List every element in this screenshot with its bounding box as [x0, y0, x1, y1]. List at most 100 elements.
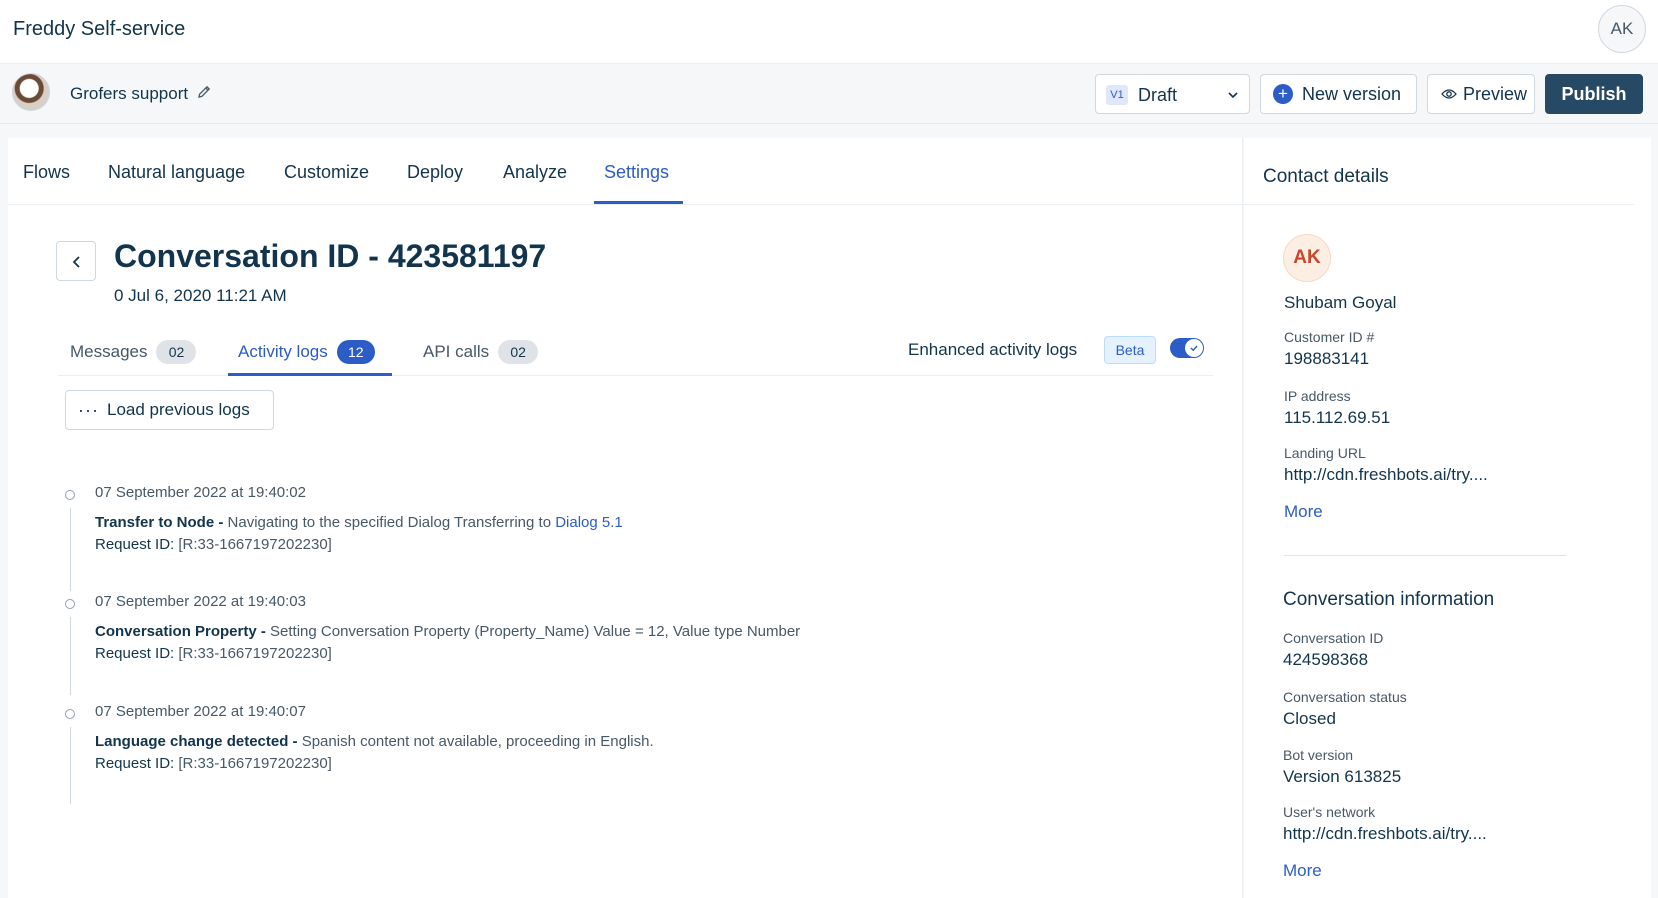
app-title: Freddy Self-service	[13, 18, 186, 40]
bot-version-value: Version 613825	[1283, 767, 1402, 786]
tab-activity-logs-label: Activity logs	[238, 342, 328, 361]
tab-messages-label: Messages	[70, 342, 148, 361]
tab-customize[interactable]: Customize	[284, 162, 369, 183]
user-network-label: User's network	[1283, 804, 1376, 820]
new-version-button[interactable]: + New version	[1260, 74, 1417, 114]
page-title: Conversation ID - 423581197	[114, 238, 547, 274]
more-dots-icon: ···	[78, 399, 99, 420]
api-calls-count-badge: 02	[498, 340, 539, 364]
enhanced-logs-toggle[interactable]	[1170, 338, 1204, 358]
landing-url-value: http://cdn.freshbots.ai/try....	[1284, 465, 1488, 484]
timeline-dot	[65, 709, 75, 719]
log-title: Conversation Property -	[95, 623, 271, 640]
log-text: Transfer to Node - Navigating to the spe…	[95, 514, 623, 531]
timeline-line	[70, 727, 71, 804]
version-badge: V1	[1106, 85, 1128, 105]
load-previous-label: Load previous logs	[106, 400, 250, 419]
log-entry: 07 September 2022 at 19:40:02 Transfer t…	[8, 484, 1208, 594]
preview-label: Preview	[1463, 83, 1528, 104]
log-description: Navigating to the specified Dialog Trans…	[223, 514, 556, 531]
log-request-id: Request ID: [R:33-1667197202230]	[95, 755, 332, 772]
dialog-link[interactable]: Dialog 5.1	[555, 514, 623, 531]
section-divider	[1284, 555, 1566, 556]
log-time: 07 September 2022 at 19:40:02	[95, 484, 306, 501]
active-tab-indicator	[594, 201, 683, 204]
timeline-dot	[65, 599, 75, 609]
plus-icon: +	[1273, 84, 1293, 104]
contact-panel: Contact details AK Shubam Goyal Customer…	[1244, 138, 1651, 898]
bot-name: Grofers support	[70, 84, 189, 103]
conversation-date: 0 Jul 6, 2020 11:21 AM	[114, 286, 287, 305]
active-subtab-indicator	[228, 373, 392, 376]
timeline-dot	[65, 490, 75, 500]
contact-panel-header: Contact details	[1244, 138, 1634, 205]
tab-api-calls[interactable]: API calls 02	[423, 340, 539, 364]
timeline-line	[70, 617, 71, 695]
log-entry: 07 September 2022 at 19:40:03 Conversati…	[8, 593, 1208, 703]
ip-address-label: IP address	[1284, 388, 1351, 404]
conversation-id-label: Conversation ID	[1283, 630, 1384, 646]
messages-count-badge: 02	[156, 340, 197, 364]
nav-tabs: Flows Natural language Customize Deploy …	[8, 138, 1243, 205]
pencil-icon[interactable]	[196, 84, 212, 100]
version-select[interactable]: V1 Draft	[1095, 74, 1250, 114]
top-bar: Freddy Self-service AK	[0, 0, 1658, 64]
bot-avatar	[12, 73, 50, 111]
tab-settings[interactable]: Settings	[604, 162, 669, 183]
main-panel: Flows Natural language Customize Deploy …	[8, 138, 1243, 898]
conversation-more-link[interactable]: More	[1283, 861, 1322, 881]
contact-more-link[interactable]: More	[1284, 502, 1323, 522]
bot-version-label: Bot version	[1283, 747, 1354, 763]
log-entry: 07 September 2022 at 19:40:07 Language c…	[8, 703, 1208, 813]
tab-natural-language[interactable]: Natural language	[108, 162, 245, 183]
tab-flows[interactable]: Flows	[23, 162, 70, 183]
toggle-knob	[1185, 339, 1203, 357]
log-text: Language change detected - Spanish conte…	[95, 733, 654, 750]
request-id-label: Request ID:	[95, 755, 175, 772]
request-id-label: Request ID:	[95, 536, 175, 553]
publish-button[interactable]: Publish	[1545, 74, 1643, 114]
contact-name: Shubam Goyal	[1284, 293, 1397, 312]
eye-icon	[1441, 89, 1457, 99]
request-id-value: [R:33-1667197202230]	[174, 755, 332, 772]
check-icon	[1190, 345, 1198, 352]
back-button[interactable]	[56, 241, 96, 281]
conversation-status-value: Closed	[1283, 709, 1336, 728]
conversation-tabs: Messages 02 Activity logs 12 API calls 0…	[58, 328, 1213, 376]
log-request-id: Request ID: [R:33-1667197202230]	[95, 536, 332, 553]
log-text: Conversation Property - Setting Conversa…	[95, 623, 800, 640]
activity-logs-count-badge: 12	[336, 340, 375, 364]
log-description: Spanish content not available, proceedin…	[297, 733, 654, 750]
timeline-line	[70, 508, 71, 591]
log-time: 07 September 2022 at 19:40:07	[95, 703, 306, 720]
tab-activity-logs[interactable]: Activity logs 12	[238, 340, 375, 364]
request-id-value: [R:33-1667197202230]	[174, 645, 332, 662]
conversation-info-title: Conversation information	[1283, 589, 1495, 610]
log-title: Transfer to Node -	[95, 514, 224, 531]
request-id-value: [R:33-1667197202230]	[174, 536, 332, 553]
chevron-down-icon	[1228, 92, 1238, 99]
chevron-left-icon	[72, 256, 80, 268]
log-description: Setting Conversation Property (Property_…	[270, 623, 801, 640]
user-avatar[interactable]: AK	[1598, 5, 1646, 53]
customer-id-value: 198883141	[1284, 349, 1370, 368]
enhanced-logs-label: Enhanced activity logs	[908, 340, 1078, 359]
bot-header: Grofers support V1 Draft + New version P…	[0, 64, 1658, 124]
conversation-id-value: 424598368	[1283, 650, 1369, 669]
conversation-status-label: Conversation status	[1283, 689, 1407, 705]
tab-analyze[interactable]: Analyze	[503, 162, 567, 183]
log-request-id: Request ID: [R:33-1667197202230]	[95, 645, 332, 662]
user-network-value: http://cdn.freshbots.ai/try....	[1283, 824, 1487, 843]
customer-id-label: Customer ID #	[1284, 329, 1375, 345]
tab-messages[interactable]: Messages 02	[70, 340, 197, 364]
contact-avatar: AK	[1283, 234, 1331, 282]
request-id-label: Request ID:	[95, 645, 175, 662]
log-title: Language change detected -	[95, 733, 298, 750]
log-time: 07 September 2022 at 19:40:03	[95, 593, 306, 610]
new-version-label: New version	[1302, 83, 1402, 104]
load-previous-logs-button[interactable]: ··· Load previous logs	[65, 390, 274, 430]
version-label: Draft	[1138, 85, 1178, 105]
preview-button[interactable]: Preview	[1427, 74, 1535, 114]
tab-api-calls-label: API calls	[423, 342, 490, 361]
tab-deploy[interactable]: Deploy	[407, 162, 463, 183]
